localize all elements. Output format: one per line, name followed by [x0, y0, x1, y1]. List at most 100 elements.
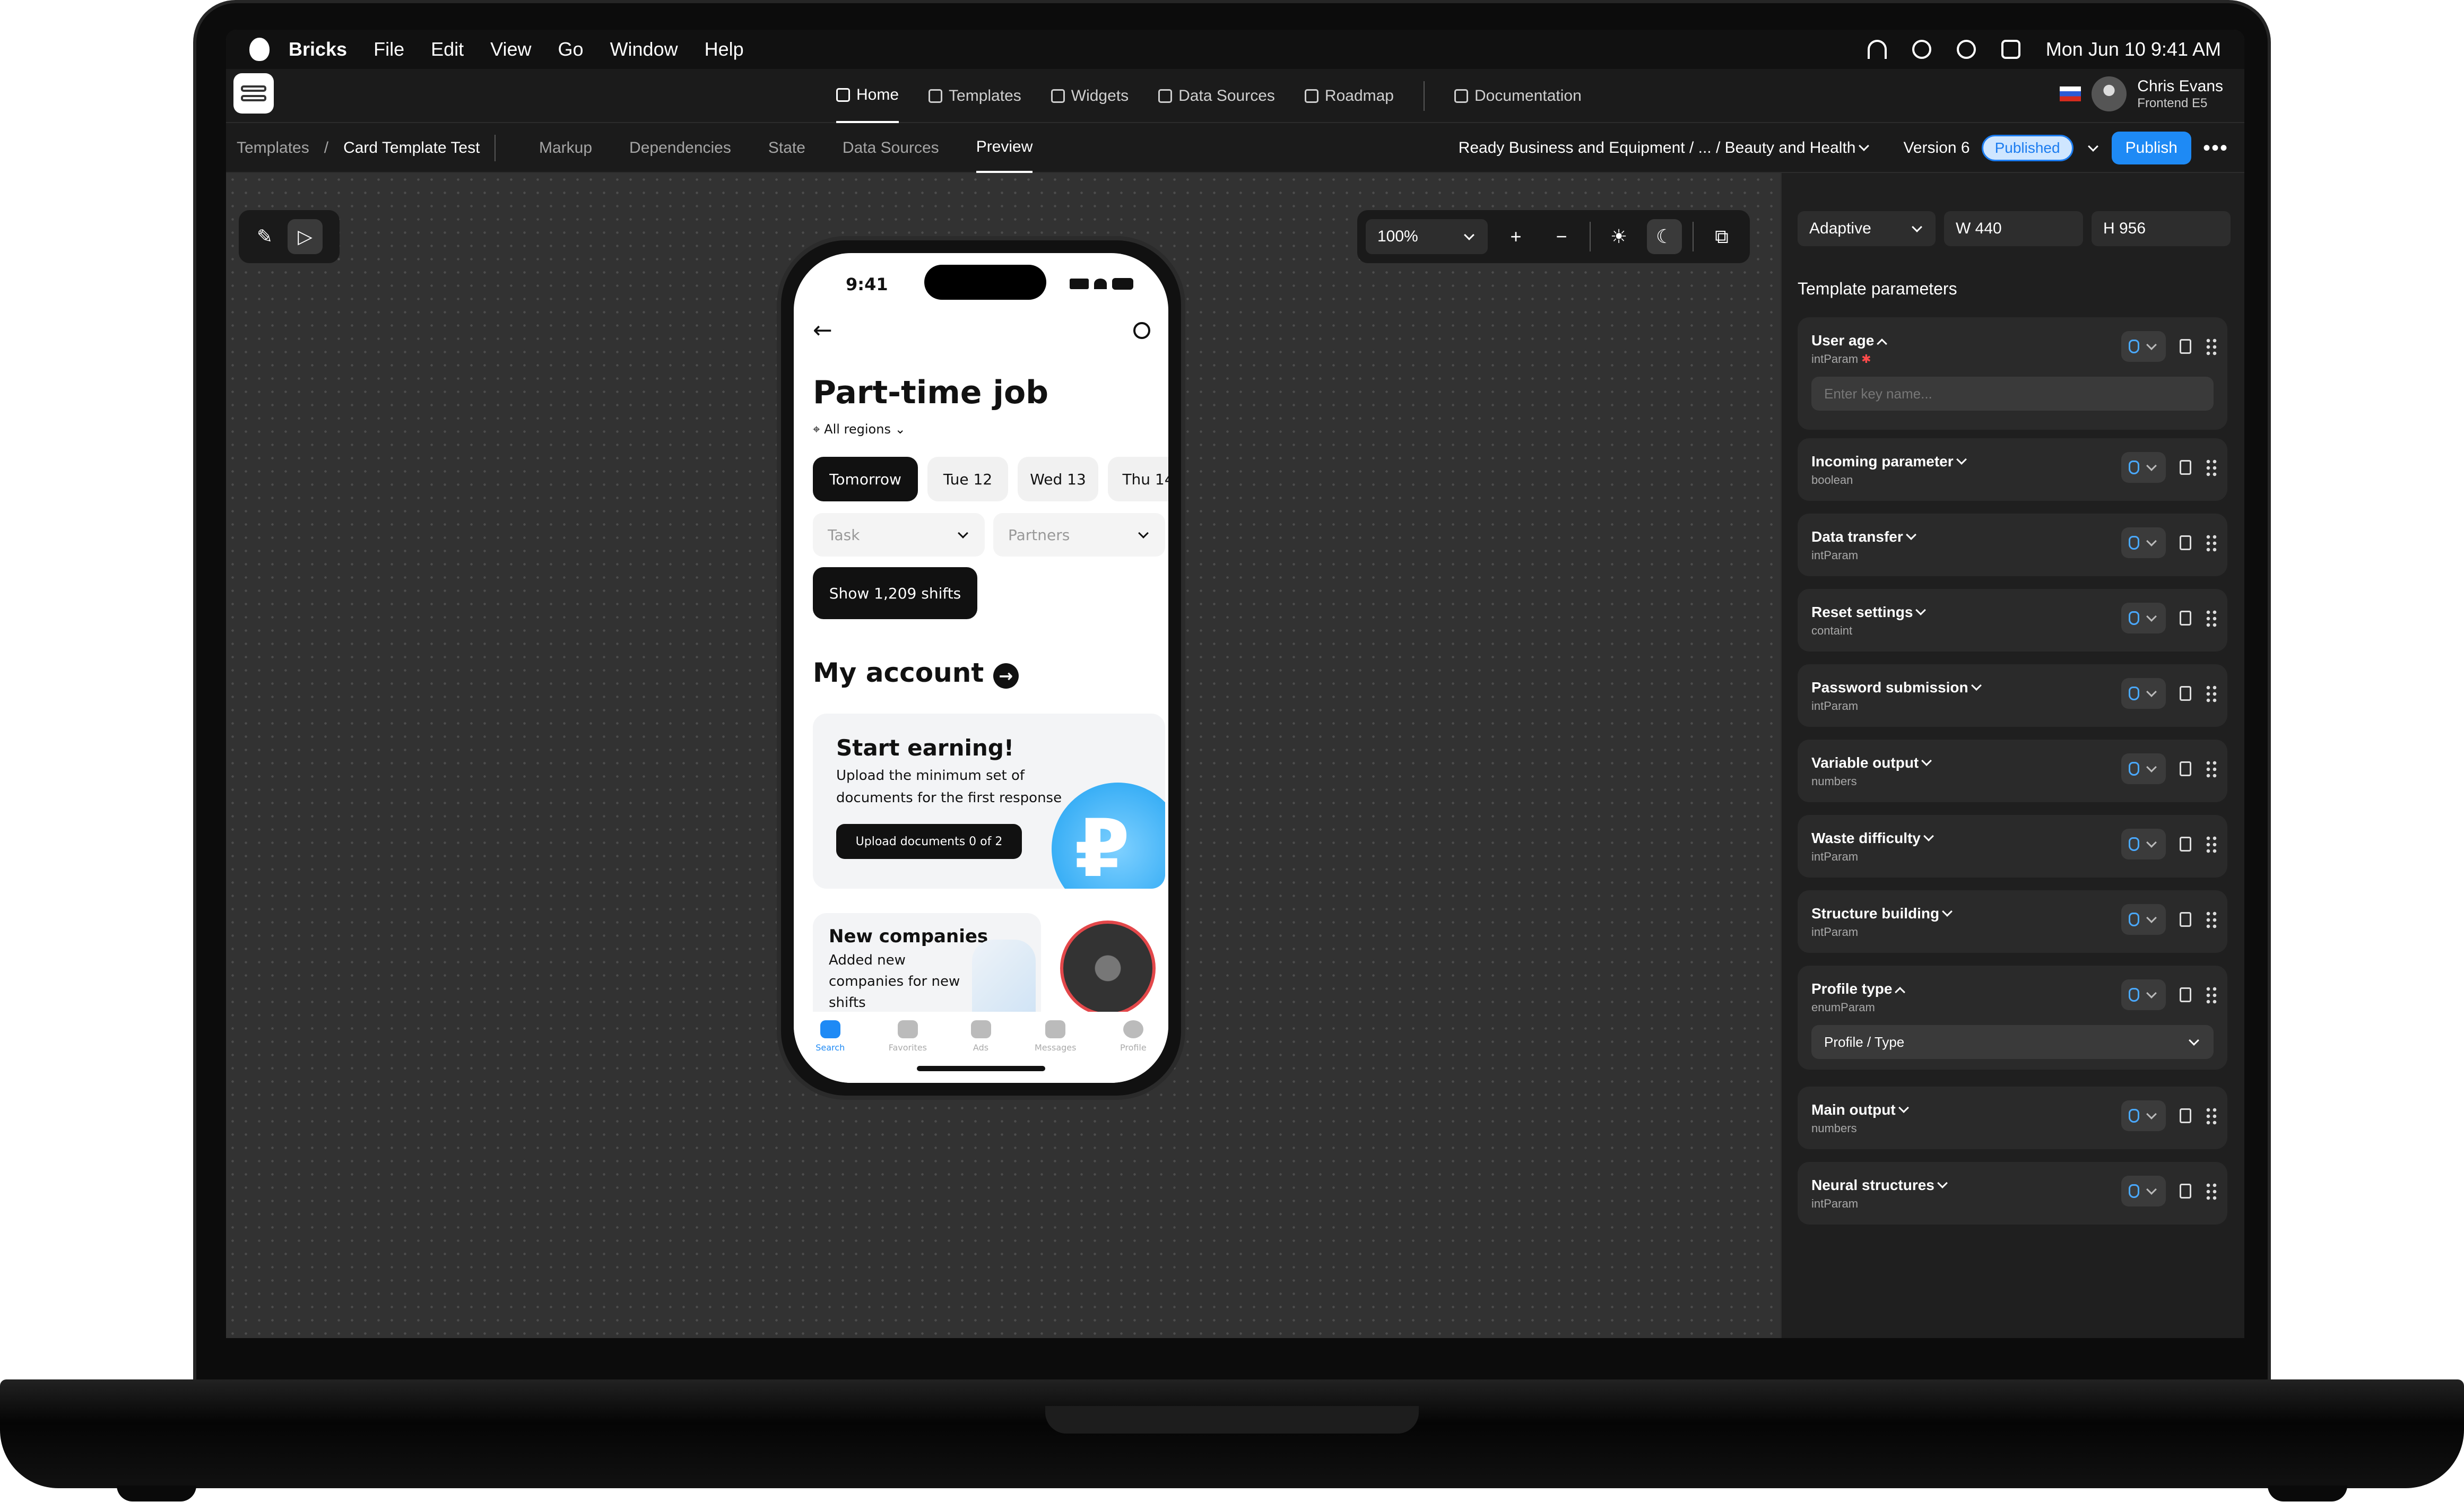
date-chip-thu[interactable]: Thu 14: [1108, 457, 1168, 501]
nav-documentation[interactable]: Documentation: [1454, 69, 1582, 123]
copy-icon[interactable]: [2180, 460, 2191, 475]
key-name-input[interactable]: Enter key name...: [1811, 377, 2214, 411]
param-name[interactable]: Neural structures: [1811, 1177, 1949, 1194]
user-menu[interactable]: Chris Evans Frontend E5: [2060, 76, 2223, 111]
profile-type-select[interactable]: Profile / Type: [1811, 1025, 2214, 1059]
binding-mode-button[interactable]: [2121, 1100, 2166, 1131]
binding-mode-button[interactable]: [2121, 527, 2166, 558]
drag-handle-icon[interactable]: [2205, 986, 2218, 1004]
show-shifts-button[interactable]: Show 1,209 shifts: [813, 567, 977, 619]
drag-handle-icon[interactable]: [2205, 337, 2218, 355]
param-name[interactable]: Incoming parameter: [1811, 453, 1968, 470]
task-dropdown[interactable]: Task: [813, 513, 985, 557]
user-icon[interactable]: [1956, 40, 1976, 59]
param-name[interactable]: Variable output: [1811, 754, 1933, 771]
date-chip-wed[interactable]: Wed 13: [1018, 457, 1098, 501]
binding-mode-button[interactable]: [2121, 603, 2166, 633]
control-center-icon[interactable]: [2001, 40, 2020, 59]
avatar[interactable]: [2092, 76, 2127, 111]
param-name[interactable]: Reset settings: [1811, 604, 1928, 621]
upload-documents-button[interactable]: Upload documents 0 of 2: [836, 824, 1022, 859]
language-flag-icon[interactable]: [2060, 86, 2081, 101]
tab-preview[interactable]: Preview: [976, 123, 1033, 173]
tab-data-sources[interactable]: Data Sources: [843, 123, 939, 173]
copy-icon[interactable]: [2180, 761, 2191, 776]
nav-home[interactable]: Home: [836, 69, 899, 123]
copy-icon[interactable]: [2180, 1108, 2191, 1123]
drag-handle-icon[interactable]: [2205, 609, 2218, 627]
copy-icon[interactable]: [2180, 611, 2191, 626]
menu-view[interactable]: View: [490, 38, 531, 60]
tab-profile[interactable]: Profile: [1120, 1012, 1147, 1083]
menu-go[interactable]: Go: [558, 38, 584, 60]
back-arrow-icon[interactable]: ←: [813, 317, 832, 344]
more-icon[interactable]: •••: [2203, 136, 2228, 160]
design-tool-icon[interactable]: ✎: [247, 219, 282, 254]
drag-handle-icon[interactable]: [2205, 684, 2218, 702]
drag-handle-icon[interactable]: [2205, 760, 2218, 778]
search-icon[interactable]: [1912, 40, 1931, 59]
param-name[interactable]: Password submission: [1811, 679, 1983, 696]
zoom-select[interactable]: 100%: [1366, 219, 1488, 254]
tab-state[interactable]: State: [768, 123, 805, 173]
param-name[interactable]: Waste difficulty: [1811, 830, 1936, 847]
date-chip-tue[interactable]: Tue 12: [927, 457, 1008, 501]
height-input[interactable]: H 956: [2092, 211, 2231, 246]
drag-handle-icon[interactable]: [2205, 458, 2218, 476]
open-external-icon[interactable]: ⧉: [1704, 219, 1739, 254]
tab-dependencies[interactable]: Dependencies: [629, 123, 731, 173]
binding-mode-button[interactable]: [2121, 829, 2166, 859]
tab-markup[interactable]: Markup: [539, 123, 592, 173]
copy-icon[interactable]: [2180, 535, 2191, 550]
binding-mode-button[interactable]: [2121, 979, 2166, 1010]
zoom-in-icon[interactable]: +: [1498, 219, 1533, 254]
param-name[interactable]: Data transfer: [1811, 528, 1918, 545]
nav-roadmap[interactable]: Roadmap: [1304, 69, 1394, 123]
tab-ads[interactable]: Ads: [970, 1012, 991, 1083]
binding-mode-button[interactable]: [2121, 331, 2166, 362]
menu-edit[interactable]: Edit: [431, 38, 464, 60]
width-input[interactable]: W 440: [1944, 211, 2083, 246]
param-name[interactable]: Structure building: [1811, 905, 1954, 922]
category-path[interactable]: Ready Business and Equipment / ... / Bea…: [1459, 139, 1871, 157]
size-mode-select[interactable]: Adaptive: [1798, 211, 1936, 246]
nav-templates[interactable]: Templates: [929, 69, 1021, 123]
earning-card[interactable]: Start earning! Upload the minimum set of…: [813, 714, 1165, 889]
region-select[interactable]: ⌖ All regions ⌄: [813, 422, 906, 437]
drag-handle-icon[interactable]: [2205, 534, 2218, 552]
menu-file[interactable]: File: [374, 38, 404, 60]
story-avatar[interactable]: [1060, 921, 1156, 1016]
drag-handle-icon[interactable]: [2205, 910, 2218, 928]
param-name[interactable]: User age: [1811, 332, 1889, 349]
my-account-link[interactable]: My account →: [813, 657, 1019, 689]
tab-search[interactable]: Search: [815, 1012, 845, 1083]
drag-handle-icon[interactable]: [2205, 1107, 2218, 1125]
nav-data-sources[interactable]: Data Sources: [1158, 69, 1275, 123]
copy-icon[interactable]: [2180, 1184, 2191, 1199]
chevron-down-icon[interactable]: [2087, 141, 2098, 152]
status-badge[interactable]: Published: [1981, 135, 2073, 161]
nav-widgets[interactable]: Widgets: [1051, 69, 1129, 123]
binding-mode-button[interactable]: [2121, 678, 2166, 709]
binding-mode-button[interactable]: [2121, 753, 2166, 784]
binding-mode-button[interactable]: [2121, 452, 2166, 483]
zoom-out-icon[interactable]: −: [1544, 219, 1579, 254]
copy-icon[interactable]: [2180, 987, 2191, 1002]
partners-dropdown[interactable]: Partners: [993, 513, 1165, 557]
drag-handle-icon[interactable]: [2205, 1182, 2218, 1200]
drag-handle-icon[interactable]: [2205, 835, 2218, 853]
copy-icon[interactable]: [2180, 686, 2191, 701]
search-icon[interactable]: [1133, 322, 1150, 339]
copy-icon[interactable]: [2180, 912, 2191, 927]
menu-window[interactable]: Window: [610, 38, 678, 60]
light-mode-icon[interactable]: ☀: [1601, 219, 1636, 254]
apple-icon[interactable]: [249, 38, 270, 61]
menu-app-name[interactable]: Bricks: [289, 38, 347, 60]
param-name[interactable]: Main output: [1811, 1101, 1911, 1118]
tab-messages[interactable]: Messages: [1035, 1012, 1076, 1083]
play-icon[interactable]: ▷: [288, 219, 323, 254]
breadcrumb-templates[interactable]: Templates: [237, 139, 309, 157]
wifi-icon[interactable]: [1867, 40, 1887, 59]
param-name[interactable]: Profile type: [1811, 980, 1907, 997]
menu-help[interactable]: Help: [705, 38, 744, 60]
